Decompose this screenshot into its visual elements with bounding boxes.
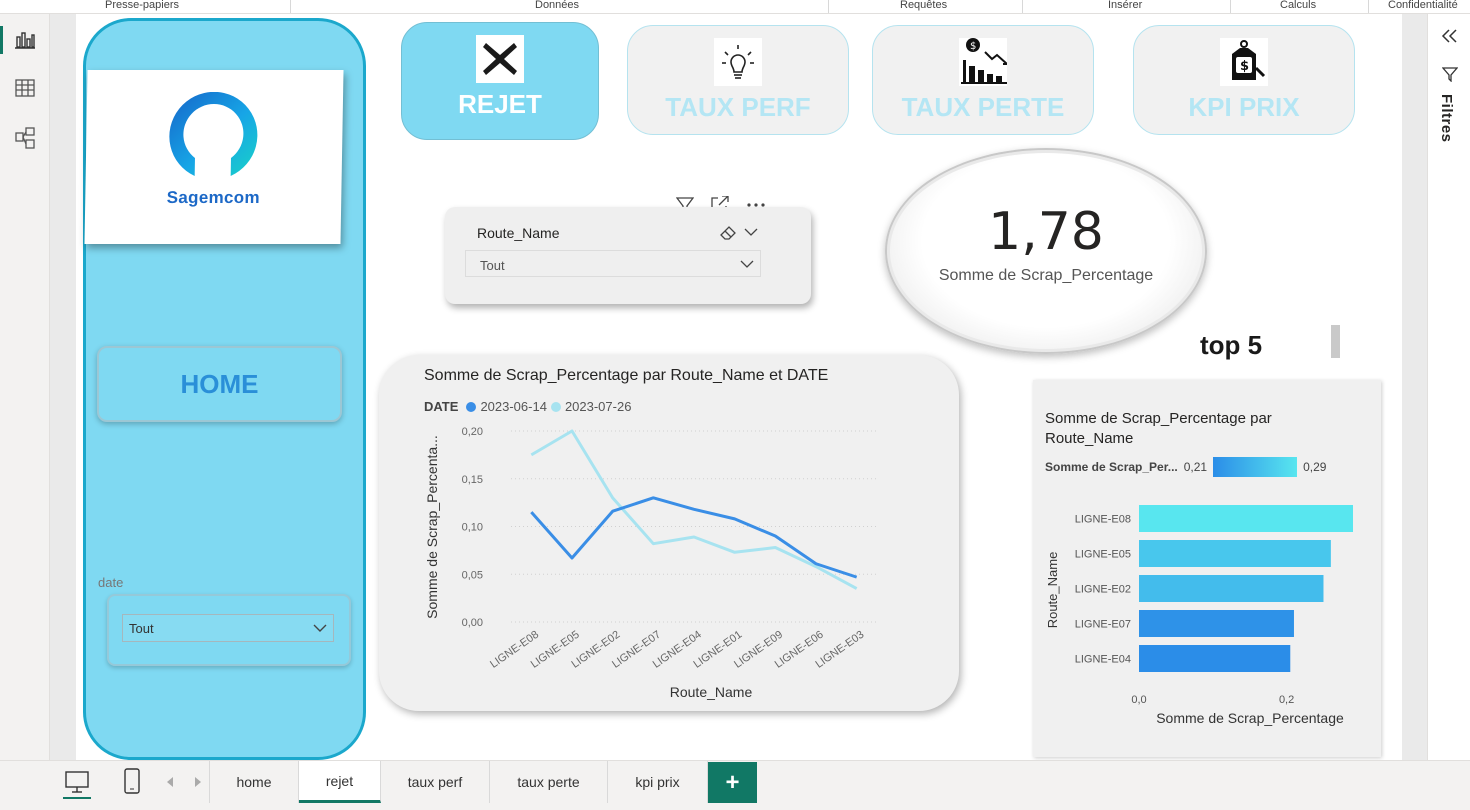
- bar: [1139, 575, 1324, 602]
- rejet-button-label: REJET: [458, 89, 542, 119]
- report-view-icon[interactable]: [13, 28, 37, 52]
- x-tick-label: 0,2: [1279, 694, 1294, 706]
- active-view-indicator: [0, 26, 3, 54]
- filters-label[interactable]: Filtres: [1438, 94, 1455, 143]
- date-slicer: Tout: [107, 594, 351, 666]
- ribbon-group-clipboard[interactable]: Presse-papiers: [105, 0, 179, 11]
- y-tick-label: 0,20: [462, 426, 483, 438]
- lightbulb-icon: [714, 38, 762, 86]
- ribbon-group-queries[interactable]: Requêtes: [900, 0, 947, 11]
- scroll-left-icon[interactable]: [165, 775, 175, 794]
- date-slicer-label: date: [98, 575, 124, 590]
- x-axis-title: Somme de Scrap_Percentage: [1156, 710, 1344, 726]
- ribbon-group-insert[interactable]: Insérer: [1108, 0, 1142, 11]
- ribbon-group-data[interactable]: Données: [535, 0, 579, 11]
- bar-chart-plot: LIGNE-E08 LIGNE-E05 LIGNE-E02 LIGNE-E07 LIGN…: [1045, 505, 1353, 726]
- bar: [1139, 645, 1291, 672]
- taux-perf-nav-button[interactable]: TAUX PERF: [627, 25, 849, 135]
- scroll-right-icon[interactable]: [193, 775, 203, 794]
- top5-label: top 5: [1200, 330, 1263, 360]
- table-view-icon[interactable]: [13, 76, 37, 100]
- model-view-icon[interactable]: [13, 126, 37, 150]
- ribbon-divider: [1368, 0, 1369, 13]
- logo-card: Sagemcom: [84, 70, 344, 244]
- kpi-prix-nav-button[interactable]: $ KPI PRIX: [1133, 25, 1355, 135]
- x-axis-title: Route_Name: [670, 684, 753, 700]
- tab-rejet[interactable]: rejet: [299, 761, 381, 803]
- bar-chart-card: Somme de Scrap_Percentage par Route_Name…: [1033, 380, 1381, 757]
- kpi-caption: Somme de Scrap_Percentage: [938, 267, 1154, 284]
- slicer-title: Route_Name: [477, 225, 560, 241]
- chart-loss-icon: $: [959, 38, 1007, 86]
- view-switcher: [0, 14, 50, 770]
- bar: [1139, 540, 1331, 567]
- date-dropdown-value: Tout: [129, 621, 154, 636]
- scrap-kpi-card: 1,78 Somme de Scrap_Percentage: [885, 148, 1207, 354]
- x-icon: [476, 35, 524, 83]
- taux-perte-button-label: TAUX PERTE: [901, 92, 1065, 122]
- bar: [1139, 505, 1353, 532]
- svg-text:$: $: [1240, 59, 1249, 74]
- ribbon-group-privacy[interactable]: Confidentialité: [1388, 0, 1458, 11]
- logo-text: Sagemcom: [166, 188, 261, 207]
- route-dropdown-value: Tout: [480, 258, 505, 273]
- home-button[interactable]: HOME: [97, 346, 342, 422]
- page-tab-bar: home rejet taux perf taux perte kpi prix…: [0, 760, 1470, 810]
- ribbon-divider: [1022, 0, 1023, 13]
- ribbon-divider: [1230, 0, 1231, 13]
- ribbon-divider: [290, 0, 291, 13]
- desktop-layout-icon[interactable]: [62, 769, 92, 799]
- mobile-layout-icon[interactable]: [120, 767, 144, 797]
- route-name-dropdown[interactable]: Tout: [465, 250, 761, 277]
- double-chevron-left-icon[interactable]: [1440, 28, 1458, 49]
- filter-icon[interactable]: [1441, 66, 1459, 87]
- tab-taux-perte[interactable]: taux perte: [490, 761, 608, 803]
- tab-kpi-prix[interactable]: kpi prix: [608, 761, 708, 803]
- filters-pane: Filtres: [1427, 14, 1470, 760]
- ribbon-group-calculations[interactable]: Calculs: [1280, 0, 1316, 11]
- line-chart-card: Somme de Scrap_Percentage par Route_Name…: [379, 355, 959, 711]
- tab-home[interactable]: home: [209, 761, 299, 803]
- ribbon-divider: [828, 0, 829, 13]
- ribbon: Presse-papiers Données Requêtes Insérer …: [0, 0, 1470, 14]
- taux-perte-nav-button[interactable]: $ TAUX PERTE: [872, 25, 1094, 135]
- y-axis-title: Route_Name: [1045, 552, 1060, 629]
- chevron-down-icon: [313, 624, 327, 632]
- x-tick-label: 0,0: [1131, 694, 1146, 706]
- y-tick-label: 0,10: [462, 522, 483, 534]
- y-tick-label: LIGNE-E02: [1075, 584, 1131, 596]
- y-axis-title: Somme de Scrap_Percenta...: [424, 435, 440, 619]
- add-page-button[interactable]: +: [708, 762, 757, 803]
- price-tag-icon: $: [1220, 38, 1268, 86]
- chevron-down-icon[interactable]: [744, 227, 758, 237]
- route-name-slicer: Route_Name Tout: [445, 207, 811, 304]
- chevron-down-icon: [740, 260, 754, 268]
- eraser-icon[interactable]: [719, 224, 737, 240]
- date-dropdown[interactable]: Tout: [122, 614, 334, 642]
- rejet-nav-button[interactable]: REJET: [401, 22, 599, 140]
- bar: [1139, 610, 1294, 637]
- y-tick-label: LIGNE-E08: [1075, 514, 1131, 526]
- y-tick-label: 0,05: [462, 569, 483, 581]
- y-tick-label: LIGNE-E04: [1075, 654, 1131, 666]
- taux-perf-button-label: TAUX PERF: [665, 92, 811, 122]
- svg-text:$: $: [970, 41, 976, 52]
- y-tick-label: LIGNE-E07: [1075, 619, 1131, 631]
- line-chart-plot: 0,000,050,100,150,20LIGNE-E08LIGNE-E05LI…: [424, 426, 877, 700]
- tab-taux-perf[interactable]: taux perf: [381, 761, 490, 803]
- top5-divider: [1331, 325, 1340, 358]
- y-tick-label: 0,15: [462, 474, 483, 486]
- y-tick-label: 0,00: [462, 617, 483, 629]
- kpi-prix-button-label: KPI PRIX: [1188, 92, 1300, 122]
- y-tick-label: LIGNE-E05: [1075, 549, 1131, 561]
- sagemcom-logo-icon: [169, 92, 258, 176]
- kpi-value: 1,78: [988, 202, 1104, 262]
